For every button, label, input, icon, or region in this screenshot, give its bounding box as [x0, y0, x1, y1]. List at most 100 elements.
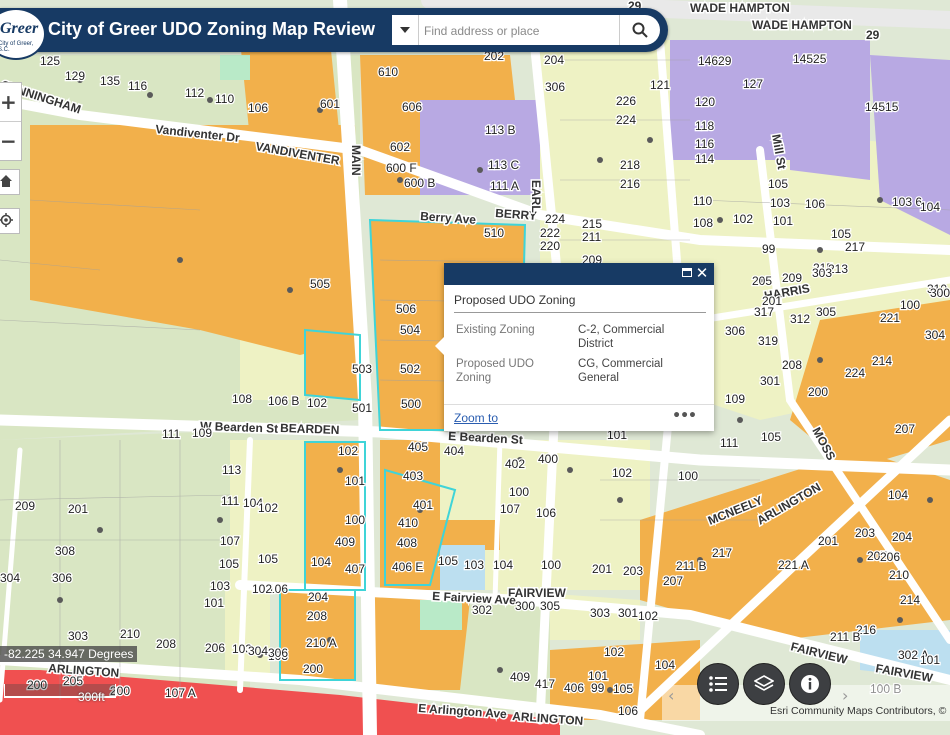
parcel-address-label: 14525	[793, 52, 827, 66]
info-button[interactable]	[789, 663, 831, 705]
parcel-address-label: 602	[390, 140, 410, 154]
parcel-address-label: 103 6	[892, 195, 922, 209]
parcel-address-label: 304	[248, 644, 268, 658]
parcel-address-label: 113	[222, 463, 241, 477]
parcel-address-label: 500	[401, 397, 421, 411]
parcel-address-label: 113 C	[488, 158, 519, 172]
parcel-address-label: 501	[352, 401, 372, 415]
street-label: MAIN	[349, 145, 363, 176]
parcel-address-label: 111	[162, 427, 181, 441]
close-icon[interactable]: ✕	[694, 264, 710, 282]
parcel-address-label: 308	[55, 544, 75, 558]
zoom-to-link[interactable]: Zoom to	[454, 411, 498, 425]
city-logo: Greer City of Greer, S.C.	[0, 8, 46, 60]
minus-icon: −	[0, 129, 17, 153]
parcel-address-label: 312	[790, 312, 810, 326]
zoom-out-button[interactable]: −	[0, 122, 21, 160]
parcel-address-label: 201	[818, 534, 838, 548]
parcel-address-label: 210	[889, 568, 909, 582]
parcel-address-label: 317	[754, 305, 774, 319]
parcel-address-label: 201	[592, 562, 612, 576]
parcel-address-label: 409	[335, 535, 355, 549]
parcel-address-label: 400	[538, 452, 558, 466]
parcel-address-label: 106	[248, 101, 268, 115]
parcel-address-label: 105	[761, 430, 781, 444]
chevron-left-icon[interactable]: ‹	[668, 686, 682, 705]
street-label: 29	[866, 28, 880, 42]
search-icon	[632, 22, 648, 38]
parcel-address-label: 300	[515, 599, 535, 613]
parcel-address-label: 216	[620, 177, 640, 191]
parcel-address-label: 224	[616, 113, 636, 127]
parcel-address-label: 600 B	[404, 176, 435, 190]
layers-button[interactable]	[743, 663, 785, 705]
street-label: FAIRVIEW	[508, 586, 566, 600]
parcel-address-label: 129	[65, 69, 85, 83]
locate-button[interactable]	[0, 208, 20, 234]
parcel-address-label: 210	[120, 627, 140, 641]
parcel-address-label: 121	[650, 78, 670, 92]
popup-pointer	[435, 337, 444, 355]
parcel-address-label: 102	[338, 444, 358, 458]
parcel-address-label: 221 A	[778, 558, 809, 572]
parcel-address-label: 207	[895, 422, 915, 436]
parcel-address-label: 306	[545, 80, 565, 94]
chevron-down-icon	[400, 27, 410, 33]
parcel-address-label: 217	[712, 546, 732, 560]
parcel-address-label: 101	[345, 474, 365, 488]
parcel-address-label: 106	[536, 506, 556, 520]
parcel-address-label: 105	[258, 552, 278, 566]
parcel-address-label: 211 B	[830, 630, 860, 644]
info-icon	[801, 675, 819, 693]
parcel-address-label: 215	[582, 217, 602, 231]
search-button[interactable]	[619, 15, 660, 45]
parcel-address-label: 105	[768, 177, 788, 191]
logo-text: Greer	[0, 20, 39, 37]
search-source-dropdown[interactable]	[392, 15, 419, 45]
more-options-icon[interactable]: •••	[672, 408, 697, 424]
parcel-address-label: 204	[308, 590, 328, 604]
parcel-address-label: 111 A	[490, 179, 519, 193]
parcel-address-label: 100	[900, 298, 920, 312]
parcel-address-label: 207	[663, 574, 683, 588]
parcel-address-label: 200	[303, 662, 323, 676]
parcel-address-label: 116	[695, 137, 714, 151]
parcel-address-label: 135	[100, 74, 120, 88]
maximize-icon[interactable]	[682, 268, 692, 277]
parcel-address-label: 104	[920, 200, 940, 214]
parcel-address-label: 510	[484, 226, 504, 240]
parcel-address-label: 407	[345, 562, 365, 576]
scale-label: 300ft	[78, 690, 105, 704]
parcel-address-label: 303	[812, 266, 832, 280]
parcel-address-label: 211 B	[676, 559, 706, 573]
parcel-address-label: 108	[693, 216, 713, 230]
parcel-address-label: 104	[493, 558, 513, 572]
parcel-address-label: 107 A	[165, 686, 196, 700]
chevron-right-icon[interactable]: ›	[842, 686, 856, 705]
parcel-address-label: 303	[590, 606, 610, 620]
map-attribution: Esri Community Maps Contributors, ©	[770, 705, 947, 717]
legend-button[interactable]	[697, 663, 739, 705]
parcel-address-label: 107	[220, 534, 240, 548]
parcel-address-label: 200	[808, 385, 828, 399]
parcel-address-label: 208	[307, 609, 327, 623]
parcel-address-label: 100	[345, 513, 365, 527]
parcel-address-label: 114	[695, 152, 714, 166]
parcel-address-label: 14515	[865, 100, 899, 114]
parcel-address-label: 125	[40, 54, 60, 68]
zoom-in-button[interactable]: +	[0, 83, 21, 122]
parcel-address-label: 301	[618, 606, 638, 620]
street-label: WADE HAMPTON	[690, 1, 790, 15]
parcel-address-label: 306	[725, 324, 745, 338]
parcel-address-label: 306	[52, 571, 72, 585]
popup-value-proposed-zoning: CG, Commercial General	[578, 358, 663, 384]
parcel-address-label: 406	[564, 681, 584, 695]
search-input[interactable]	[422, 19, 616, 43]
home-button[interactable]	[0, 169, 20, 195]
parcel-address-label: 116	[128, 79, 147, 93]
parcel-address-label: 109	[725, 392, 745, 406]
parcel-address-label: 100	[541, 558, 561, 572]
street-label: WADE HAMPTON	[752, 18, 852, 32]
feature-popup: ✕ Proposed UDO Zoning Existing Zoning C-…	[435, 263, 714, 431]
parcel-address-label: 502	[400, 362, 420, 376]
